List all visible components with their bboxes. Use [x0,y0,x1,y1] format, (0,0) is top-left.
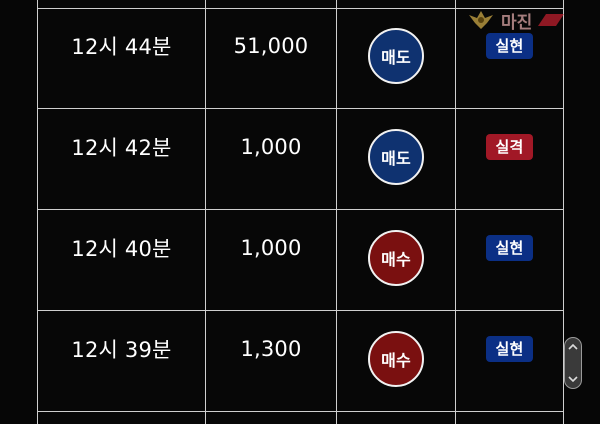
action-cell: 매도 [337,109,455,209]
amount-text: 1,000 [240,135,302,159]
amount-text: 1,000 [240,236,302,260]
action-cell: 매도 [337,8,455,108]
watermark-flag-icon [538,14,565,26]
time-cell: 12시 42분 [38,109,205,209]
amount-cell: 1,000 [206,210,336,310]
result-badge: 실현 [486,33,533,59]
time-cell: 12시 40분 [38,210,205,310]
buy-button[interactable]: 매수 [368,331,424,387]
amount-text: 1,300 [240,337,302,361]
amount-cell: 1,000 [206,109,336,209]
watermark-logo: 마진 [467,6,593,34]
time-text: 12시 40분 [71,237,172,261]
sell-button[interactable]: 매도 [368,129,424,185]
result-badge: 실현 [486,336,533,362]
amount-cell: 1,300 [206,311,336,411]
result-cell: 실현 [456,311,563,411]
eagle-emblem-icon [469,11,493,29]
result-cell: 실격 [456,109,563,209]
sell-button[interactable]: 매도 [368,28,424,84]
time-cell: 12시 44분 [38,8,205,108]
watermark-text: 마진 [501,12,533,33]
action-cell: 매수 [337,210,455,310]
buy-button[interactable]: 매수 [368,230,424,286]
time-text: 12시 42분 [71,136,172,160]
amount-text: 51,000 [233,34,309,58]
table-row[interactable]: 12시 42분 1,000 매도 실격 [38,109,563,210]
table-row[interactable]: 12시 39분 1,300 매수 실현 [38,311,563,412]
result-badge: 실격 [486,134,533,160]
chevron-up-icon[interactable] [568,344,578,350]
trade-history-table: 12시 44분 51,000 매도 실현 12시 42분 1,000 매도 실격… [37,0,564,424]
action-cell: 매수 [337,311,455,411]
time-cell: 12시 39분 [38,311,205,411]
time-text: 12시 39분 [71,338,172,362]
table-row[interactable]: 12시 40분 1,000 매수 실현 [38,210,563,311]
time-text: 12시 44분 [71,35,172,59]
result-cell: 실현 [456,210,563,310]
result-badge: 실현 [486,235,533,261]
amount-cell: 51,000 [206,8,336,108]
chevron-down-icon[interactable] [568,376,578,382]
scrollbar[interactable] [564,337,582,389]
